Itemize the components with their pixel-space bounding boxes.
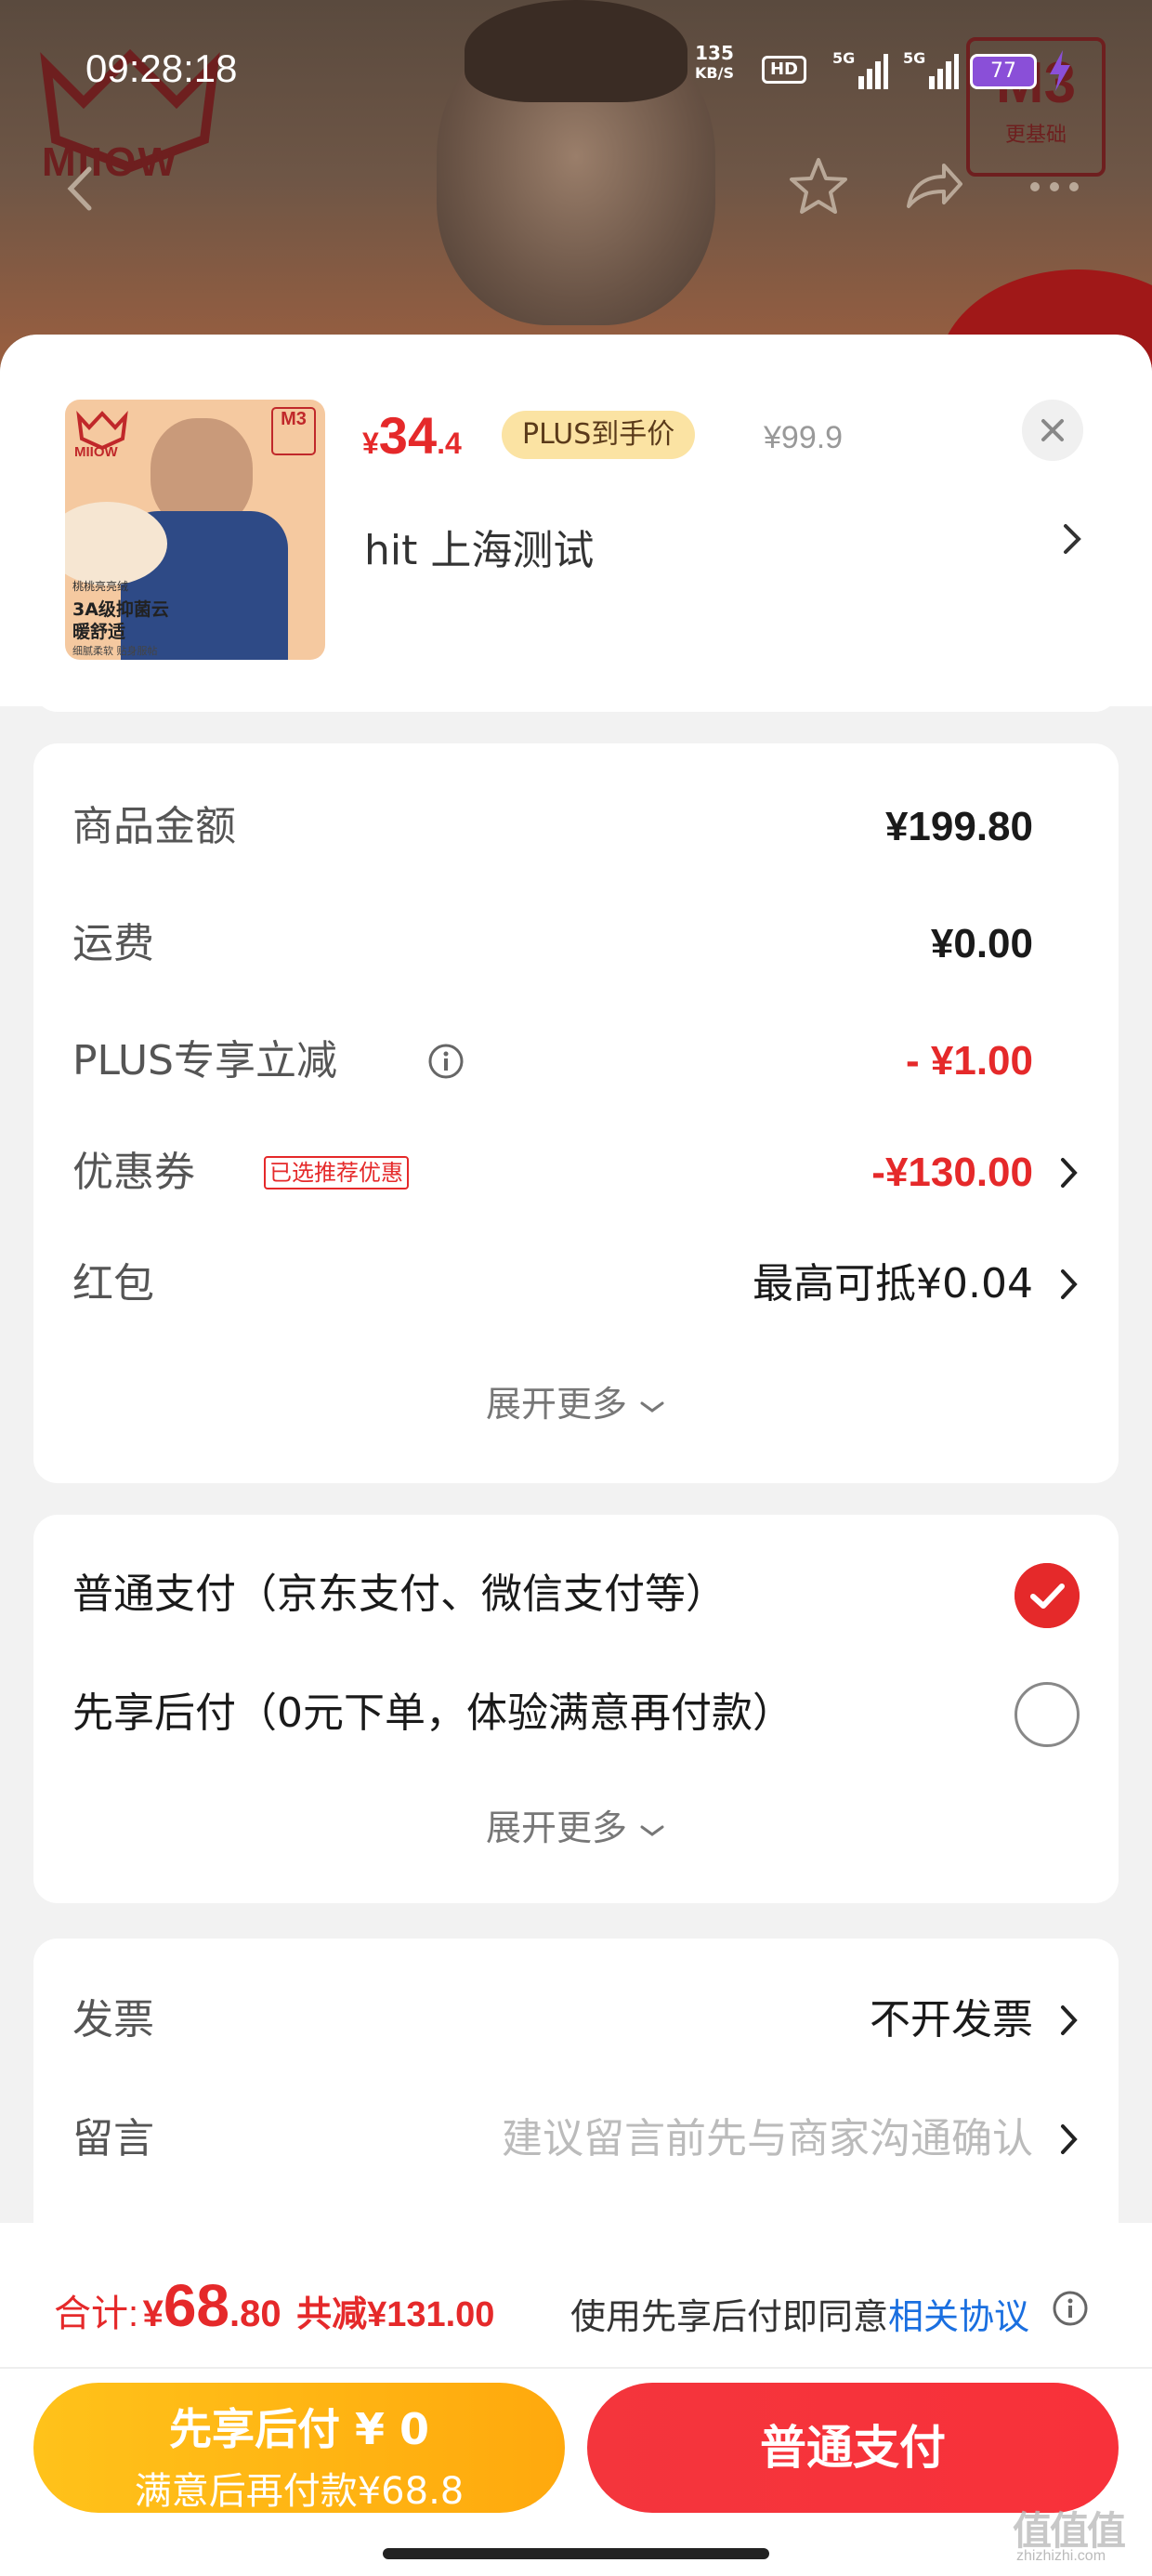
coupon-row[interactable]: 优惠券 已选推荐优惠 -¥130.00 <box>72 1145 1080 1201</box>
original-price: ¥99.9 <box>764 420 844 455</box>
battery-icon: 77 <box>970 54 1037 89</box>
price-decimal: .4 <box>437 427 462 460</box>
amounts-card: 商品金额 ¥199.80 运费 ¥0.00 PLUS专享立减 - ¥1.00 优… <box>33 743 1119 1483</box>
plus-price-badge: PLUS到手价 <box>502 411 696 459</box>
message-placeholder[interactable]: 建议留言前先与商家沟通确认 <box>502 2111 1033 2167</box>
order-total: 合计: ¥68.80 共减¥131.00 <box>54 2271 494 2340</box>
signal-icon: 5G <box>903 49 959 89</box>
model-badge-small: 更基础 <box>1004 124 1067 147</box>
expand-more-label: 展开更多 <box>485 1807 627 1848</box>
thumb-caption: 3A级抑菌云暖舒适 <box>72 599 169 642</box>
plus-discount-row: PLUS专享立减 - ¥1.00 <box>72 1033 1080 1089</box>
coupon-value: -¥130.00 <box>871 1150 1033 1195</box>
coupon-recommended-tag: 已选推荐优惠 <box>264 1156 409 1189</box>
radio-unchecked-icon[interactable] <box>1015 1682 1080 1747</box>
chevron-down-icon <box>640 1401 664 1413</box>
shipping-address[interactable]: hit 上海测试 <box>364 517 594 576</box>
favorite-star-icon[interactable] <box>786 154 851 219</box>
red-packet-label: 红包 <box>72 1260 154 1308</box>
goods-amount-value: ¥199.80 <box>884 804 1033 849</box>
expand-more-amounts[interactable]: 展开更多 <box>33 1375 1119 1426</box>
chevron-right-icon[interactable] <box>1059 2123 1080 2156</box>
total-decimal: .80 <box>229 2293 281 2334</box>
back-arrow-icon[interactable] <box>52 156 117 221</box>
net-speed: 135 KB/S <box>695 43 734 84</box>
thumb-caption: 桃桃亮亮绒 <box>72 580 129 593</box>
expand-more-payment[interactable]: 展开更多 <box>33 1799 1119 1850</box>
pay-later-button-subtitle: 满意后再付款¥68.8 <box>134 2470 465 2513</box>
plus-price: ¥34.4 <box>362 405 462 466</box>
agreement-text: 使用先享后付即同意相关协议 <box>570 2288 1029 2339</box>
charging-icon <box>1050 50 1070 91</box>
shipping-value: ¥0.00 <box>930 921 1033 966</box>
summary-card-edge <box>33 688 1119 712</box>
total-label: 合计: <box>54 2293 139 2334</box>
expand-more-label: 展开更多 <box>485 1384 627 1425</box>
message-row[interactable]: 留言 建议留言前先与商家沟通确认 <box>72 2111 1080 2167</box>
share-icon[interactable] <box>901 154 966 219</box>
plus-discount-label: PLUS专享立减 <box>72 1037 337 1084</box>
home-indicator[interactable] <box>383 2548 769 2559</box>
signal-icon: 5G <box>832 49 888 89</box>
product-summary-card: MIIOW M3 桃桃亮亮绒 3A级抑菌云暖舒适 细腻柔软 贴身服帖 ¥34.4… <box>0 335 1152 706</box>
normal-pay-button[interactable]: 普通支付 <box>587 2383 1119 2513</box>
invoice-label: 发票 <box>72 1996 154 2044</box>
net-speed-unit: KB/S <box>695 64 734 82</box>
invoice-row[interactable]: 发票 不开发票 <box>72 1992 1080 2048</box>
more-icon[interactable] <box>1022 154 1087 219</box>
agreement-prefix: 使用先享后付即同意 <box>570 2296 889 2337</box>
total-integer: 68 <box>163 2272 230 2339</box>
watermark-url: zhizhizhi.com <box>1016 2548 1106 2564</box>
chevron-right-icon[interactable] <box>1059 2004 1080 2037</box>
message-label: 留言 <box>72 2115 154 2162</box>
chevron-right-icon[interactable] <box>1061 520 1083 558</box>
net-speed-value: 135 <box>695 42 734 64</box>
coupon-label: 优惠券 <box>72 1149 195 1196</box>
total-symbol: ¥ <box>142 2293 164 2334</box>
info-icon[interactable] <box>427 1043 465 1080</box>
payment-option-later-label: 先享后付（0元下单，体验满意再付款） <box>72 1689 793 1737</box>
pay-later-button-title: 先享后付 ¥ 0 <box>168 2404 430 2454</box>
payment-option-normal[interactable]: 普通支付（京东支付、微信支付等） <box>72 1563 1080 1628</box>
goods-amount-row: 商品金额 ¥199.80 <box>72 799 1080 855</box>
chevron-right-icon[interactable] <box>1059 1268 1080 1301</box>
divider <box>0 2367 1152 2369</box>
thumb-badge: M3 <box>271 407 316 455</box>
red-packet-value: 最高可抵¥0.04 <box>753 1260 1033 1308</box>
plus-discount-value: - ¥1.00 <box>906 1038 1033 1084</box>
total-savings: 共减¥131.00 <box>296 2295 495 2334</box>
signal-1-label: 5G <box>832 49 855 67</box>
checkout-bottom-bar: 合计: ¥68.80 共减¥131.00 使用先享后付即同意相关协议 先享后付 … <box>0 2223 1152 2576</box>
shipping-label: 运费 <box>72 920 154 967</box>
price-symbol: ¥ <box>362 427 379 460</box>
thumb-brand-text: MIIOW <box>74 444 118 460</box>
agreement-link[interactable]: 相关协议 <box>888 2296 1029 2337</box>
red-packet-row[interactable]: 红包 最高可抵¥0.04 <box>72 1256 1080 1312</box>
payment-option-later[interactable]: 先享后付（0元下单，体验满意再付款） <box>72 1682 1080 1747</box>
chevron-right-icon[interactable] <box>1059 1156 1080 1189</box>
status-bar: 09:28:18 135 KB/S HD 5G 5G 77 <box>0 37 1152 102</box>
pay-later-button[interactable]: 先享后付 ¥ 0 满意后再付款¥68.8 <box>33 2383 565 2513</box>
invoice-value: 不开发票 <box>870 1996 1033 2044</box>
payment-method-card: 普通支付（京东支付、微信支付等） 先享后付（0元下单，体验满意再付款） 展开更多 <box>33 1515 1119 1903</box>
product-thumbnail: MIIOW M3 桃桃亮亮绒 3A级抑菌云暖舒适 细腻柔软 贴身服帖 <box>65 400 325 660</box>
chevron-down-icon <box>640 1825 664 1836</box>
radio-checked-icon[interactable] <box>1015 1563 1080 1628</box>
goods-amount-label: 商品金额 <box>72 803 236 850</box>
hd-icon: HD <box>762 56 806 84</box>
info-icon[interactable] <box>1052 2290 1089 2327</box>
price-integer: 34 <box>378 406 438 465</box>
close-icon[interactable] <box>1022 400 1083 461</box>
shipping-row: 运费 ¥0.00 <box>72 916 1080 972</box>
payment-option-normal-label: 普通支付（京东支付、微信支付等） <box>72 1571 727 1618</box>
thumb-caption: 细腻柔软 贴身服帖 <box>72 645 158 657</box>
signal-2-label: 5G <box>903 49 925 67</box>
status-time: 09:28:18 <box>85 46 238 90</box>
